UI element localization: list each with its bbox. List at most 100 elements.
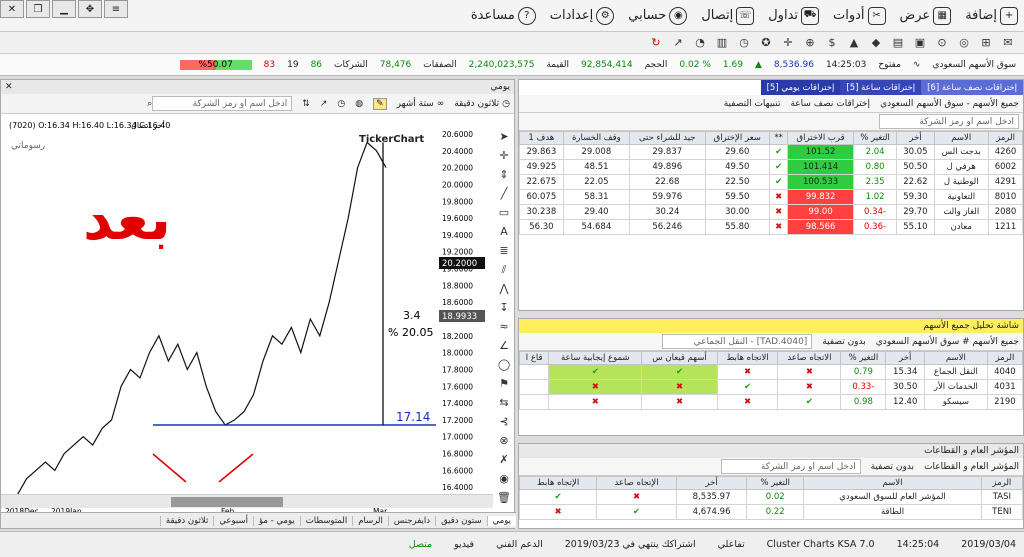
crosshair-icon[interactable]: ✛: [780, 35, 796, 51]
column-header[interactable]: الاسم: [923, 351, 988, 365]
tab-drawer[interactable]: الرسام: [352, 515, 388, 526]
column-header[interactable]: هدف 1: [519, 131, 564, 145]
target-icon[interactable]: ⊙: [934, 35, 950, 51]
scroll-thumb[interactable]: [171, 497, 283, 507]
support-link[interactable]: الدعم الفني: [496, 539, 543, 550]
table-row[interactable]: 1211 معادن 55.10 -0.36 98.566 ✖ 55.80 56.246 54.…: [519, 219, 1023, 235]
tab-daily-index[interactable]: يومي - مؤ: [252, 515, 300, 526]
analysis-market[interactable]: جميع الأسهم # سوق الأسهم السعودي: [876, 337, 1019, 347]
refresh-icon[interactable]: ↻: [648, 35, 664, 51]
menu-account[interactable]: ◉ حسابي: [628, 6, 688, 25]
tab-breakout-daily[interactable]: إختراقات يومي [5]: [760, 80, 841, 95]
analysis-search-input[interactable]: [TAD.4040] - النقل الجماعي: [662, 334, 813, 349]
column-header[interactable]: الاتجاه صاعد: [777, 351, 842, 365]
chart-scrollbar[interactable]: [1, 494, 493, 508]
column-header[interactable]: جيد للشراء حتى: [629, 131, 706, 145]
chart-window-icon[interactable]: ⊞: [978, 35, 994, 51]
column-header[interactable]: الاسم: [933, 131, 990, 145]
close-icon[interactable]: ✕: [0, 0, 24, 18]
arrow-icon[interactable]: ⇆: [499, 396, 508, 415]
table-row[interactable]: 2080 الغاز والت 29.70 -0.34 99.00 ✖ 30.00 30.24…: [519, 204, 1023, 220]
menu-view[interactable]: ▦ عرض: [900, 6, 952, 25]
mail-icon[interactable]: ✉: [1000, 35, 1016, 51]
wave-icon[interactable]: ≈: [499, 320, 508, 339]
interval-selector[interactable]: ◷ ثلاثون دقيقة: [454, 99, 510, 109]
tab-daily[interactable]: يومي: [486, 515, 516, 526]
tab-weekly[interactable]: أسبوعي: [213, 515, 253, 526]
price-chart[interactable]: (7020) O:16.34 H:16.40 L:16.34 C:16.40 أ…: [1, 114, 493, 514]
column-header[interactable]: الاسم: [803, 476, 982, 490]
table-row[interactable]: 4040 النقل الجماع 15.34 0.79 ✖ ✖ ✔ ✔: [518, 364, 1024, 380]
market-selector[interactable]: جميع الأسهم - سوق الأسهم السعودي: [880, 99, 1019, 109]
menu-help[interactable]: ? مساعدة: [471, 6, 536, 25]
column-header[interactable]: وقف الخسارة: [562, 131, 631, 145]
clock-icon[interactable]: ◷: [736, 35, 752, 51]
table-row[interactable]: TASI المؤشر العام للسوق السعودي 0.02 8,535.…: [518, 489, 1024, 505]
cursor-icon[interactable]: ➤: [499, 130, 508, 149]
table-row[interactable]: 4031 الخدمات الأر 30.50 -0.33 ✖ ✔ ✖ ✖: [518, 379, 1024, 395]
eye-icon[interactable]: ◉: [499, 472, 509, 491]
close-icon[interactable]: ✕: [5, 82, 13, 92]
menu-connect[interactable]: ☏ إتصال: [701, 6, 755, 25]
pattern-icon[interactable]: ⊰: [499, 415, 508, 434]
text-icon[interactable]: A: [500, 225, 508, 244]
table-row[interactable]: TENI الطاقة 0.22 4,674.96 ✔ ✖: [518, 504, 1024, 520]
sort-icon[interactable]: ⇅: [302, 99, 310, 109]
column-header[interactable]: قرب الاختراق: [787, 131, 854, 145]
tab-30min[interactable]: ثلاثون دقيقة: [159, 515, 213, 526]
globe-icon[interactable]: ⊕: [802, 35, 818, 51]
eye-icon[interactable]: ◎: [956, 35, 972, 51]
line-icon[interactable]: ╱: [501, 187, 508, 206]
column-header[interactable]: أسهم قيعان س: [641, 351, 718, 365]
table-row[interactable]: 4260 بدجت الس 30.05 2.04 101.52 ✔ 29.60 29.837 2…: [519, 144, 1023, 160]
vline-icon[interactable]: ⇕: [499, 168, 508, 187]
sectors-filter[interactable]: بدون تصفية: [871, 462, 914, 472]
column-header[interactable]: سعر الإختراق: [704, 131, 770, 145]
column-header[interactable]: أخر: [896, 131, 935, 145]
column-header[interactable]: الرمز: [988, 131, 1023, 145]
analysis-filter[interactable]: بدون تصفية: [822, 337, 865, 347]
filter-selector[interactable]: إختراقات نصف ساعة: [790, 99, 870, 109]
tab-breakout-hour[interactable]: إختراقات ساعة [5]: [840, 80, 922, 95]
trend-icon[interactable]: ↗: [320, 99, 328, 109]
pen-icon[interactable]: ✎: [373, 97, 387, 110]
sectors-market[interactable]: المؤشر العام و القطاعات: [924, 462, 1019, 472]
grid-icon[interactable]: ▤: [890, 35, 906, 51]
crosshair-icon[interactable]: ✛: [499, 149, 508, 168]
column-header[interactable]: أخر: [676, 476, 748, 490]
column-header[interactable]: الإتجاه صاعد: [596, 476, 678, 490]
drop-icon[interactable]: ◆: [868, 35, 884, 51]
table-row[interactable]: 8010 التعاونية 59.30 1.02 99.832 ✖ 59.50 59.976…: [519, 189, 1023, 205]
minimize-icon[interactable]: ▁: [52, 0, 76, 18]
dollar-icon[interactable]: $: [824, 35, 840, 51]
period-selector[interactable]: ∞ ستة أشهر: [397, 99, 445, 109]
search-icon[interactable]: ⌕: [147, 99, 152, 109]
column-header[interactable]: الإتجاه هابط: [518, 476, 598, 490]
rect-icon[interactable]: ▭: [499, 206, 509, 225]
measure-icon[interactable]: ↧: [499, 301, 508, 320]
tab-averages[interactable]: المتوسطات: [299, 515, 353, 526]
menu-tools[interactable]: ✂ أدوات: [833, 6, 886, 25]
fib-icon[interactable]: ≣: [499, 244, 508, 263]
lock-icon[interactable]: ⊗: [499, 434, 508, 453]
column-header[interactable]: قاع ا: [518, 351, 550, 365]
circle-icon[interactable]: ◯: [498, 358, 510, 377]
trend-icon[interactable]: ↗: [670, 35, 686, 51]
angle-icon[interactable]: ∠: [499, 339, 509, 358]
tab-60min[interactable]: ستون دقيق: [435, 515, 487, 526]
pin-icon[interactable]: ✥: [78, 0, 102, 18]
tab-divergence[interactable]: دايفرجنس: [387, 515, 435, 526]
column-header[interactable]: **: [768, 131, 789, 145]
column-header[interactable]: التغير %: [852, 131, 898, 145]
table-row[interactable]: 4291 الوطنية ل 22.62 2.35 100.533 ✔ 22.50 22.68…: [519, 174, 1023, 190]
table-row[interactable]: 2190 سيسكو 12.40 0.98 ✔ ✖ ✖ ✖: [518, 394, 1024, 410]
column-header[interactable]: أخر: [885, 351, 925, 365]
table-row[interactable]: 6002 هرفي ل 50.50 0.80 101.414 ✔ 49.50 49.896 48…: [519, 159, 1023, 175]
column-header[interactable]: الرمز: [986, 351, 1024, 365]
magnet-icon[interactable]: ✗: [499, 453, 508, 472]
alert-icon[interactable]: ▲: [846, 35, 862, 51]
pitch-icon[interactable]: ⋀: [499, 282, 508, 301]
chart-search-input[interactable]: ادخل اسم او رمز الشركة: [152, 96, 293, 111]
pie-icon[interactable]: ◔: [692, 35, 708, 51]
column-header[interactable]: الاتجاه هابط: [716, 351, 779, 365]
